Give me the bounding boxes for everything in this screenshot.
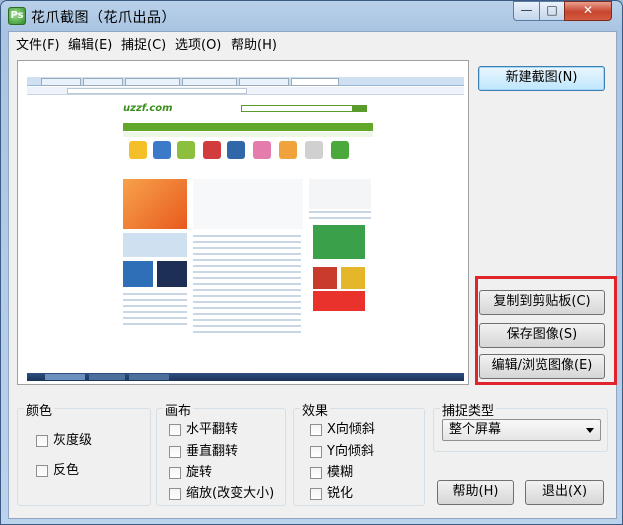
menu-file[interactable]: 文件(F)	[16, 34, 60, 53]
help-button[interactable]: 帮助(H)	[437, 480, 514, 505]
title-bar: Ps 花爪截图（花爪出品） — □ ✕	[1, 1, 622, 31]
menu-capture[interactable]: 捕捉(C)	[121, 34, 166, 53]
capture-type-select[interactable]: 整个屏幕	[442, 419, 601, 441]
effects-group: 效果 X向倾斜 Y向倾斜 模糊 锐化	[293, 400, 425, 506]
grayscale-checkbox[interactable]: 灰度级	[36, 433, 92, 449]
site-search	[241, 105, 353, 112]
menu-edit[interactable]: 编辑(E)	[68, 34, 112, 53]
promo-banner	[123, 179, 187, 229]
window-title: 花爪截图（花爪出品）	[31, 10, 176, 26]
skew-y-checkbox[interactable]: Y向倾斜	[310, 444, 374, 460]
flip-horizontal-checkbox[interactable]: 水平翻转	[169, 422, 238, 438]
minimize-button[interactable]: —	[513, 1, 540, 21]
capture-preview[interactable]: uzzf.com	[17, 60, 469, 385]
flip-vertical-checkbox[interactable]: 垂直翻转	[169, 444, 238, 460]
resize-checkbox[interactable]: 缩放(改变大小)	[169, 486, 274, 502]
color-group: 颜色 灰度级 反色	[17, 400, 151, 506]
edit-browse-button[interactable]: 编辑/浏览图像(E)	[479, 354, 605, 379]
color-group-label: 颜色	[24, 400, 55, 419]
exit-button[interactable]: 退出(X)	[525, 480, 604, 505]
menu-options[interactable]: 选项(O)	[175, 34, 221, 53]
canvas-group: 画布 水平翻转 垂直翻转 旋转 缩放(改变大小)	[156, 400, 286, 506]
skew-x-checkbox[interactable]: X向倾斜	[310, 422, 375, 438]
invert-checkbox[interactable]: 反色	[36, 463, 79, 479]
app-icons-row	[123, 141, 373, 163]
client-area: 文件(F) 编辑(E) 捕捉(C) 选项(O) 帮助(H) uzzf.com 新…	[8, 31, 617, 519]
site-nav	[123, 123, 373, 131]
blur-checkbox[interactable]: 模糊	[310, 465, 353, 481]
app-icon: Ps	[8, 7, 26, 25]
capture-type-label: 捕捉类型	[440, 400, 497, 419]
canvas-group-label: 画布	[163, 400, 194, 419]
maximize-button[interactable]: □	[539, 1, 565, 21]
site-logo: uzzf.com	[123, 103, 173, 114]
capture-type-value: 整个屏幕	[449, 422, 502, 437]
copy-to-clipboard-button[interactable]: 复制到剪贴板(C)	[479, 290, 605, 315]
address-bar	[67, 88, 247, 94]
menu-help[interactable]: 帮助(H)	[231, 34, 277, 53]
browser-tabs	[27, 77, 464, 86]
rotate-checkbox[interactable]: 旋转	[169, 465, 212, 481]
captured-screenshot: uzzf.com	[27, 77, 464, 381]
main-window: Ps 花爪截图（花爪出品） — □ ✕ 文件(F) 编辑(E) 捕捉(C) 选项…	[0, 0, 623, 525]
menu-bar: 文件(F) 编辑(E) 捕捉(C) 选项(O) 帮助(H)	[9, 32, 616, 53]
save-image-button[interactable]: 保存图像(S)	[479, 323, 605, 348]
close-button[interactable]: ✕	[564, 1, 612, 21]
sharpen-checkbox[interactable]: 锐化	[310, 486, 353, 502]
new-capture-button[interactable]: 新建截图(N)	[478, 66, 605, 91]
chevron-down-icon	[586, 428, 594, 433]
effects-group-label: 效果	[300, 400, 331, 419]
